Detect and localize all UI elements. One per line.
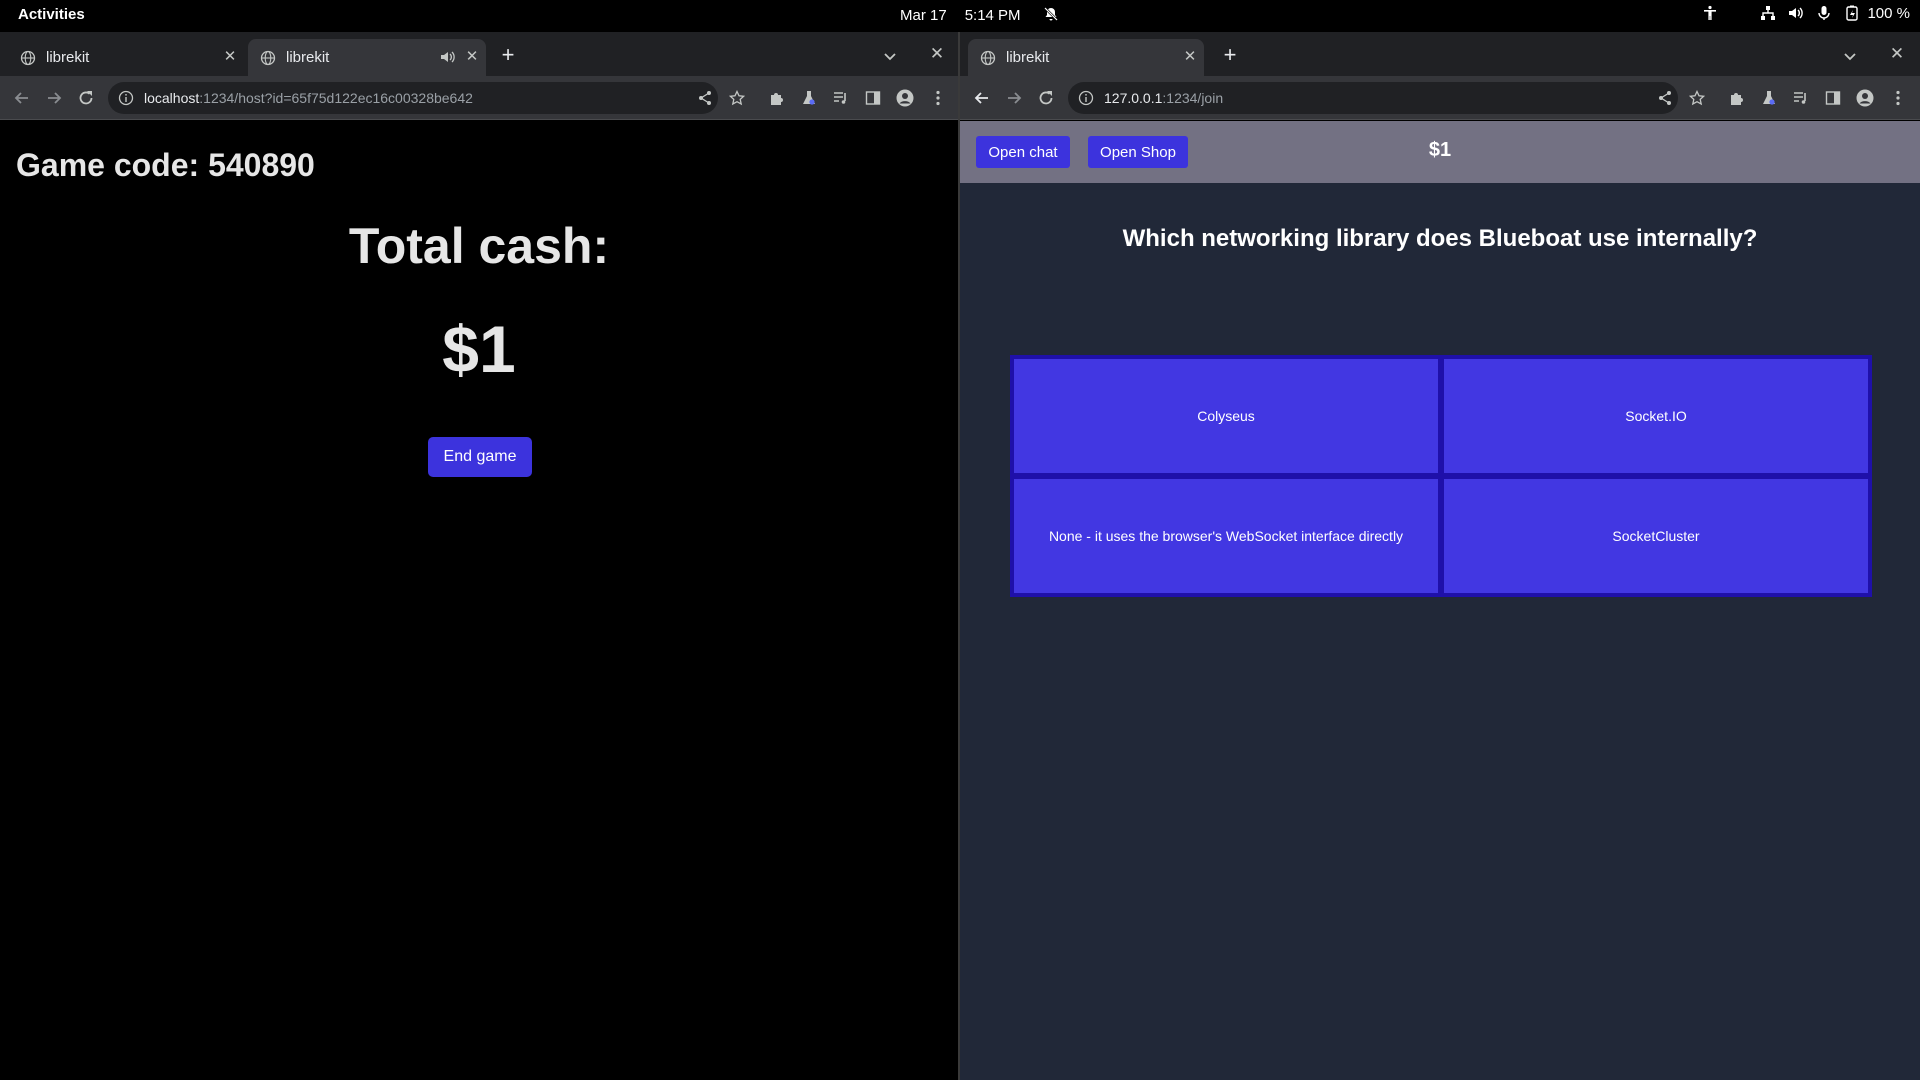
url-host: localhost: [144, 90, 200, 106]
close-tab-icon[interactable]: ✕: [222, 49, 238, 65]
labs-flask-icon[interactable]: [798, 87, 820, 109]
profile-avatar-icon[interactable]: [1854, 87, 1876, 109]
profile-avatar-icon[interactable]: [894, 87, 916, 109]
reload-button[interactable]: [1034, 86, 1058, 110]
end-game-button[interactable]: End game: [428, 437, 532, 477]
reload-icon: [79, 91, 93, 105]
volume-icon[interactable]: [1787, 4, 1805, 22]
window-close-button[interactable]: ✕: [927, 44, 947, 64]
notifications-off-icon: [1043, 7, 1058, 21]
reload-button[interactable]: [74, 86, 98, 110]
labs-flask-icon[interactable]: [1758, 87, 1780, 109]
media-queue-icon[interactable]: [1790, 87, 1812, 109]
back-button[interactable]: [10, 86, 34, 110]
kebab-menu-icon[interactable]: [927, 87, 949, 109]
back-button[interactable]: [970, 86, 994, 110]
browser-toolbar: localhost:1234/host?id=65f75d122ec16c003…: [0, 76, 958, 120]
bookmark-star-icon[interactable]: [726, 87, 748, 109]
clock-menu[interactable]: Mar 17 5:14 PM: [900, 6, 1059, 24]
audio-playing-icon[interactable]: [440, 50, 456, 64]
answer-option[interactable]: None - it uses the browser's WebSocket i…: [1014, 479, 1438, 593]
browser-toolbar: 127.0.0.1:1234/join: [960, 76, 1920, 120]
player-page: Open chat Open Shop $1 Which networking …: [960, 121, 1920, 1080]
url-path: :1234/host?id=65f75d122ec16c00328be642: [199, 90, 473, 106]
answer-grid: Colyseus Socket.IO None - it uses the br…: [1010, 355, 1872, 597]
accessibility-icon[interactable]: [1701, 4, 1719, 22]
close-tab-icon[interactable]: ✕: [1182, 49, 1198, 65]
url-host: 127.0.0.1: [1104, 90, 1163, 106]
game-header: Open chat Open Shop $1: [960, 121, 1920, 183]
answer-option[interactable]: Socket.IO: [1444, 359, 1868, 473]
globe-icon: [260, 50, 276, 65]
tab-librekit[interactable]: librekit ✕: [968, 39, 1204, 76]
microphone-icon[interactable]: [1815, 4, 1833, 22]
browser-window-host: librekit ✕ librekit ✕ + ✕ localhost:1234…: [0, 32, 958, 1080]
forward-button[interactable]: [42, 86, 66, 110]
battery-icon[interactable]: [1843, 4, 1861, 22]
arrow-right-icon: [48, 92, 62, 104]
question-text: Which networking library does Blueboat u…: [1122, 225, 1758, 252]
tab-title: librekit: [1006, 49, 1050, 66]
extensions-puzzle-icon[interactable]: [1726, 87, 1748, 109]
tab-librekit-1[interactable]: librekit ✕: [8, 39, 244, 76]
tab-strip: librekit ✕ librekit ✕ + ✕: [0, 32, 958, 76]
system-tray[interactable]: 100 %: [1701, 4, 1910, 22]
battery-percent: 100 %: [1867, 4, 1910, 22]
side-panel-icon[interactable]: [1822, 87, 1844, 109]
game-code: Game code: 540890: [16, 147, 315, 183]
share-icon[interactable]: [694, 87, 716, 109]
new-tab-button[interactable]: +: [1216, 42, 1244, 70]
kebab-menu-icon[interactable]: [1887, 87, 1909, 109]
site-info-icon[interactable]: [118, 90, 134, 106]
address-bar[interactable]: 127.0.0.1:1234/join: [1068, 82, 1678, 114]
url-path: :1234/join: [1162, 90, 1224, 106]
extensions-puzzle-icon[interactable]: [766, 87, 788, 109]
tab-strip: librekit ✕ + ✕: [960, 32, 1920, 76]
tab-title: librekit: [46, 49, 90, 66]
globe-icon: [980, 50, 996, 65]
tab-title: librekit: [286, 49, 330, 66]
forward-button[interactable]: [1002, 86, 1026, 110]
total-cash-value: $1: [442, 312, 516, 386]
total-cash-label: Total cash:: [348, 218, 610, 274]
player-cash: $1: [1428, 139, 1452, 161]
answer-option[interactable]: Colyseus: [1014, 359, 1438, 473]
activities-button[interactable]: Activities: [18, 6, 85, 23]
tab-search-chevron-icon[interactable]: [1840, 46, 1860, 66]
browser-window-player: librekit ✕ + ✕ 127.0.0.1:1234/join Open…: [960, 32, 1920, 1080]
address-bar[interactable]: localhost:1234/host?id=65f75d122ec16c003…: [108, 82, 718, 114]
media-queue-icon[interactable]: [830, 87, 852, 109]
tab-search-chevron-icon[interactable]: [880, 46, 900, 66]
close-tab-icon[interactable]: ✕: [464, 49, 480, 65]
arrow-left-icon: [14, 92, 28, 104]
site-info-icon[interactable]: [1078, 90, 1094, 106]
arrow-right-icon: [1008, 92, 1022, 104]
system-top-bar: Activities Mar 17 5:14 PM 100 %: [0, 0, 1920, 31]
side-panel-icon[interactable]: [862, 87, 884, 109]
share-icon[interactable]: [1654, 87, 1676, 109]
new-tab-button[interactable]: +: [494, 42, 522, 70]
time-label: 5:14 PM: [964, 7, 1021, 24]
date-label: Mar 17: [900, 7, 947, 24]
answer-option[interactable]: SocketCluster: [1444, 479, 1868, 593]
network-icon[interactable]: [1759, 4, 1777, 22]
reload-icon: [1039, 91, 1053, 105]
host-page: Game code: 540890 Total cash: $1 End gam…: [0, 121, 958, 1080]
arrow-left-icon: [974, 92, 988, 104]
window-close-button[interactable]: ✕: [1887, 44, 1907, 64]
tab-librekit-2[interactable]: librekit ✕: [248, 39, 486, 76]
globe-icon: [20, 50, 36, 65]
bookmark-star-icon[interactable]: [1686, 87, 1708, 109]
